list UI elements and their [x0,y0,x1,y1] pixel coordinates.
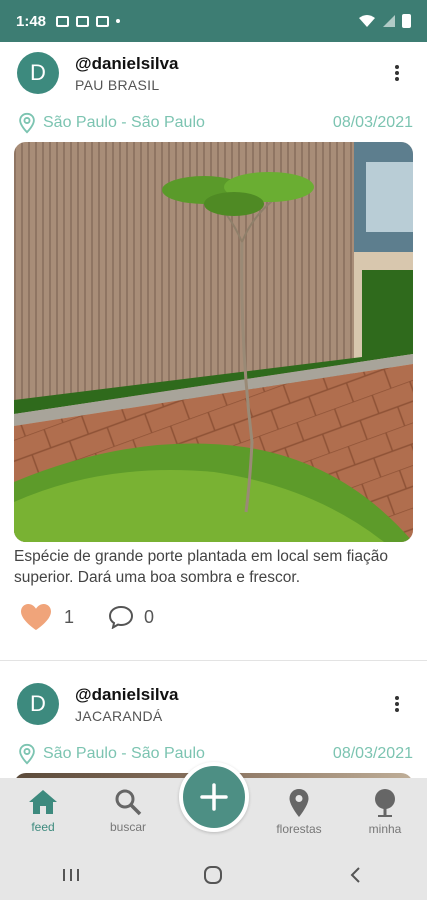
location-pin-icon [19,743,35,765]
home-button[interactable] [193,860,233,890]
avatar[interactable]: D [17,52,59,94]
home-icon [29,790,57,814]
nav-minha-label: minha [368,822,402,836]
tree-icon [375,789,395,817]
post-date: 08/03/2021 [332,114,413,131]
notification-icon [56,15,70,27]
nav-buscar-label: buscar [109,820,147,834]
post-divider [0,660,427,661]
post-species: PAU BRASIL [75,76,160,93]
system-icons [358,14,411,28]
nav-feed-label: feed [31,820,55,834]
post-location: São Paulo - São Paulo [43,745,205,762]
post-username[interactable]: @danielsilva [75,54,179,74]
post-meta: São Paulo - São Paulo 08/03/2021 [14,104,413,142]
comment-count: 0 [144,606,155,627]
comment-icon [109,605,134,629]
search-icon [115,789,142,816]
more-notifications-icon [116,19,121,23]
map-pin-icon [289,789,309,817]
back-icon [350,867,360,883]
like-count: 1 [64,606,75,627]
nav-minha[interactable]: minha [350,788,420,836]
notification-icons [56,15,121,27]
plus-icon [200,783,228,811]
recent-apps-icon [63,869,80,881]
recent-apps-button[interactable] [51,860,91,890]
nav-florestas-label: florestas [276,822,322,836]
photo-notification-icon [76,15,90,27]
nav-buscar[interactable]: buscar [93,788,163,834]
feed[interactable]: D @danielsilva PAU BRASIL São Paulo - Sã… [0,42,427,778]
post-header: D @danielsilva PAU BRASIL [14,42,413,104]
battery-icon [402,14,411,28]
wifi-icon [359,15,375,27]
post-caption: Espécie de grande porte plantada em loca… [14,548,388,586]
post-date: 08/03/2021 [332,745,413,762]
more-options-icon[interactable] [389,62,405,84]
comment-button[interactable]: 0 [108,605,154,629]
back-button[interactable] [336,860,376,890]
nfc-icon [96,15,110,27]
post-photo[interactable] [14,142,413,542]
post-header: D @danielsilva JACARANDÁ [14,673,413,735]
signal-icon [383,15,395,27]
nav-florestas[interactable]: florestas [264,788,334,836]
post-location: São Paulo - São Paulo [43,114,205,131]
post-card: D @danielsilva PAU BRASIL São Paulo - Sã… [0,42,427,646]
more-options-icon[interactable] [389,693,405,715]
nav-feed[interactable]: feed [8,788,78,834]
heart-icon [21,604,51,630]
add-tree-button[interactable] [179,762,249,832]
avatar[interactable]: D [17,683,59,725]
post-username[interactable]: @danielsilva [75,685,179,705]
location-pin-icon [19,112,35,134]
post-species: JACARANDÁ [75,707,163,724]
status-time: 1:48 [16,12,47,30]
status-bar: 1:48 [0,0,427,42]
system-nav-bar [0,850,427,900]
home-circle-icon [204,866,223,884]
like-button[interactable]: 1 [20,603,74,631]
post-actions: 1 0 [14,588,413,646]
